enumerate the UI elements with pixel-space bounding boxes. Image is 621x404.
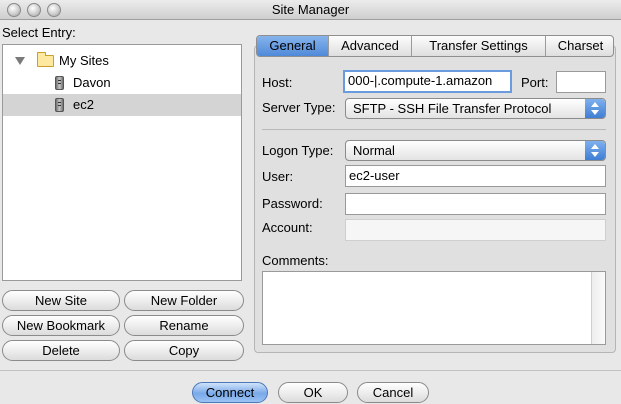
tree-item-ec2[interactable]: ec2 [3,94,241,116]
server-type-value: SFTP - SSH File Transfer Protocol [353,101,552,116]
tree-item-label: ec2 [73,97,94,112]
disclosure-triangle-icon[interactable] [15,57,25,65]
tab-charset[interactable]: Charset [546,36,613,56]
rename-button[interactable]: Rename [124,315,244,336]
logon-type-select[interactable]: Normal [345,140,606,161]
dropdown-arrows-icon [585,141,605,160]
footer-divider [0,370,621,371]
tree-item-davon[interactable]: Davon [3,72,241,94]
account-input[interactable] [345,219,606,241]
select-entry-label: Select Entry: [2,25,76,40]
tab-advanced[interactable]: Advanced [329,36,412,56]
tree-item-label: My Sites [59,53,109,68]
comments-scrollbar[interactable] [591,272,605,344]
connect-button[interactable]: Connect [192,382,268,403]
new-folder-button[interactable]: New Folder [124,290,244,311]
user-input[interactable]: ec2-user [345,165,606,187]
new-bookmark-button[interactable]: New Bookmark [2,315,120,336]
comments-label: Comments: [262,253,329,268]
host-input[interactable]: 000-|.compute-1.amazon [343,70,512,93]
account-label: Account: [262,220,313,235]
password-input[interactable] [345,193,606,215]
ok-button[interactable]: OK [278,382,348,403]
logon-type-label: Logon Type: [262,143,334,158]
server-icon [55,98,64,112]
dropdown-arrows-icon [585,99,605,118]
port-input[interactable] [556,71,606,93]
user-label: User: [262,169,294,184]
tab-general[interactable]: General [257,36,329,56]
port-label: Port: [521,75,549,90]
site-tree[interactable]: My Sites Davon ec2 [2,44,242,281]
copy-button[interactable]: Copy [124,340,244,361]
host-label: Host: [262,75,293,90]
server-type-select[interactable]: SFTP - SSH File Transfer Protocol [345,98,606,119]
tree-item-my-sites[interactable]: My Sites [3,50,241,72]
tab-bar: General Advanced Transfer Settings Chars… [256,35,614,57]
folder-icon [37,52,54,67]
password-label: Password: [262,196,323,211]
title-bar: Site Manager [0,0,621,20]
site-manager-window: Site Manager Select Entry: My Sites Davo… [0,0,621,404]
section-divider [262,129,606,130]
close-window-icon[interactable] [7,3,21,17]
new-site-button[interactable]: New Site [2,290,120,311]
tab-transfer-settings[interactable]: Transfer Settings [412,36,546,56]
tree-item-label: Davon [73,75,111,90]
server-type-label: Server Type: [262,100,336,115]
zoom-window-icon[interactable] [47,3,61,17]
server-icon [55,76,64,90]
minimize-window-icon[interactable] [27,3,41,17]
comments-textarea[interactable] [262,271,606,345]
logon-type-value: Normal [353,143,395,158]
delete-button[interactable]: Delete [2,340,120,361]
window-title: Site Manager [271,2,350,17]
cancel-button[interactable]: Cancel [357,382,429,403]
